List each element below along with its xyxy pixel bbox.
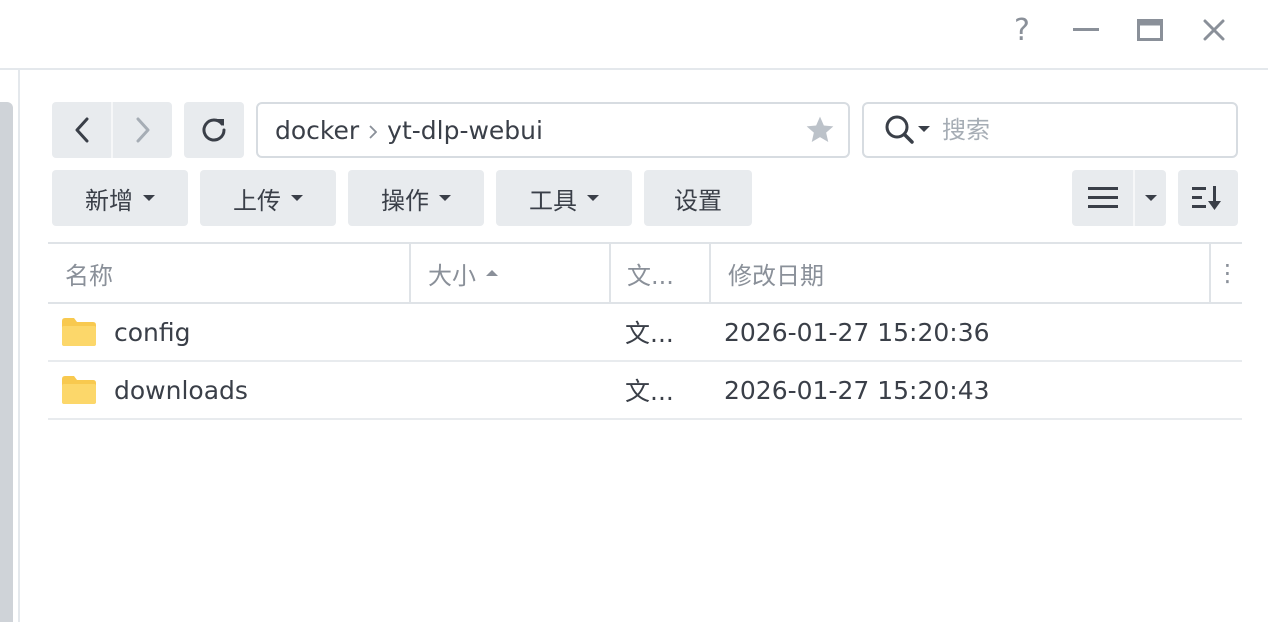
settings-button-label: 设置: [674, 186, 722, 215]
action-button-label: 操作: [381, 186, 429, 215]
table-row[interactable]: downloads 文... 2026-01-27 15:20:43: [48, 362, 1242, 420]
table-row[interactable]: config 文... 2026-01-27 15:20:36: [48, 304, 1242, 362]
column-size-label: 大小: [428, 261, 476, 290]
column-type[interactable]: 文...: [609, 244, 725, 302]
search-input[interactable]: [940, 115, 1214, 145]
upload-button-label: 上传: [233, 186, 281, 215]
file-modified: 2026-01-27 15:20:43: [724, 375, 990, 405]
settings-button[interactable]: 设置: [644, 170, 752, 226]
folder-icon: [62, 318, 96, 346]
breadcrumb-yt-dlp-webui[interactable]: yt-dlp-webui: [387, 116, 543, 145]
upload-button[interactable]: 上传: [200, 170, 336, 226]
sort-button[interactable]: [1178, 170, 1238, 226]
column-options-label: ⋮: [1215, 259, 1240, 287]
column-name[interactable]: 名称: [48, 244, 425, 302]
new-button-label: 新增: [85, 186, 133, 215]
breadcrumb-docker[interactable]: docker: [275, 116, 359, 145]
chevron-down-icon: [143, 195, 155, 201]
path-bar[interactable]: docker yt-dlp-webui: [256, 102, 850, 158]
column-size[interactable]: 大小: [409, 244, 626, 302]
column-options-icon[interactable]: ⋮: [1209, 244, 1244, 302]
close-icon[interactable]: [1194, 10, 1234, 50]
column-name-label: 名称: [65, 261, 113, 290]
file-name-cell: config: [62, 304, 191, 360]
list-view-button[interactable]: [1072, 170, 1133, 226]
forward-icon: [136, 117, 149, 143]
tools-button-label: 工具: [529, 186, 577, 215]
column-modified[interactable]: 修改日期: [709, 244, 1226, 302]
folder-icon: [62, 376, 96, 404]
chevron-down-icon: [1144, 195, 1157, 201]
title-bar: ?: [0, 0, 1268, 70]
file-list-header: 名称 大小 文... 修改日期 ⋮: [48, 242, 1242, 304]
search-icon[interactable]: [884, 114, 930, 146]
new-button[interactable]: 新增: [52, 170, 188, 226]
help-icon[interactable]: ?: [1002, 10, 1042, 50]
back-icon: [75, 117, 88, 143]
forward-button[interactable]: [113, 102, 172, 158]
file-type: 文...: [625, 377, 674, 406]
view-mode-dropdown[interactable]: [1135, 170, 1166, 226]
left-scrollbar[interactable]: [0, 102, 13, 622]
breadcrumb-separator: [369, 116, 378, 145]
refresh-button[interactable]: [184, 102, 244, 158]
sort-asc-icon: [486, 270, 498, 276]
list-view-icon: [1087, 187, 1118, 208]
file-type: 文...: [625, 319, 674, 348]
view-mode-group: [1072, 170, 1166, 226]
back-button[interactable]: [52, 102, 111, 158]
chevron-down-icon: [587, 195, 599, 201]
column-modified-label: 修改日期: [728, 261, 824, 290]
refresh-icon: [202, 118, 226, 142]
search-box: [862, 102, 1238, 158]
file-name-cell: downloads: [62, 362, 248, 418]
history-nav: [52, 102, 172, 158]
star-icon[interactable]: [804, 114, 836, 150]
file-name: config: [114, 317, 191, 347]
file-modified: 2026-01-27 15:20:36: [724, 317, 990, 347]
chevron-down-icon: [291, 195, 303, 201]
chevron-down-icon: [439, 195, 451, 201]
tools-button[interactable]: 工具: [496, 170, 632, 226]
maximize-icon[interactable]: [1130, 10, 1170, 50]
action-button[interactable]: 操作: [348, 170, 484, 226]
sort-icon: [1192, 186, 1221, 210]
file-name: downloads: [114, 375, 248, 405]
minimize-icon[interactable]: [1066, 10, 1106, 50]
column-type-label: 文...: [627, 261, 674, 290]
file-list: 名称 大小 文... 修改日期 ⋮ config 文... 2026-01-27…: [48, 242, 1242, 420]
